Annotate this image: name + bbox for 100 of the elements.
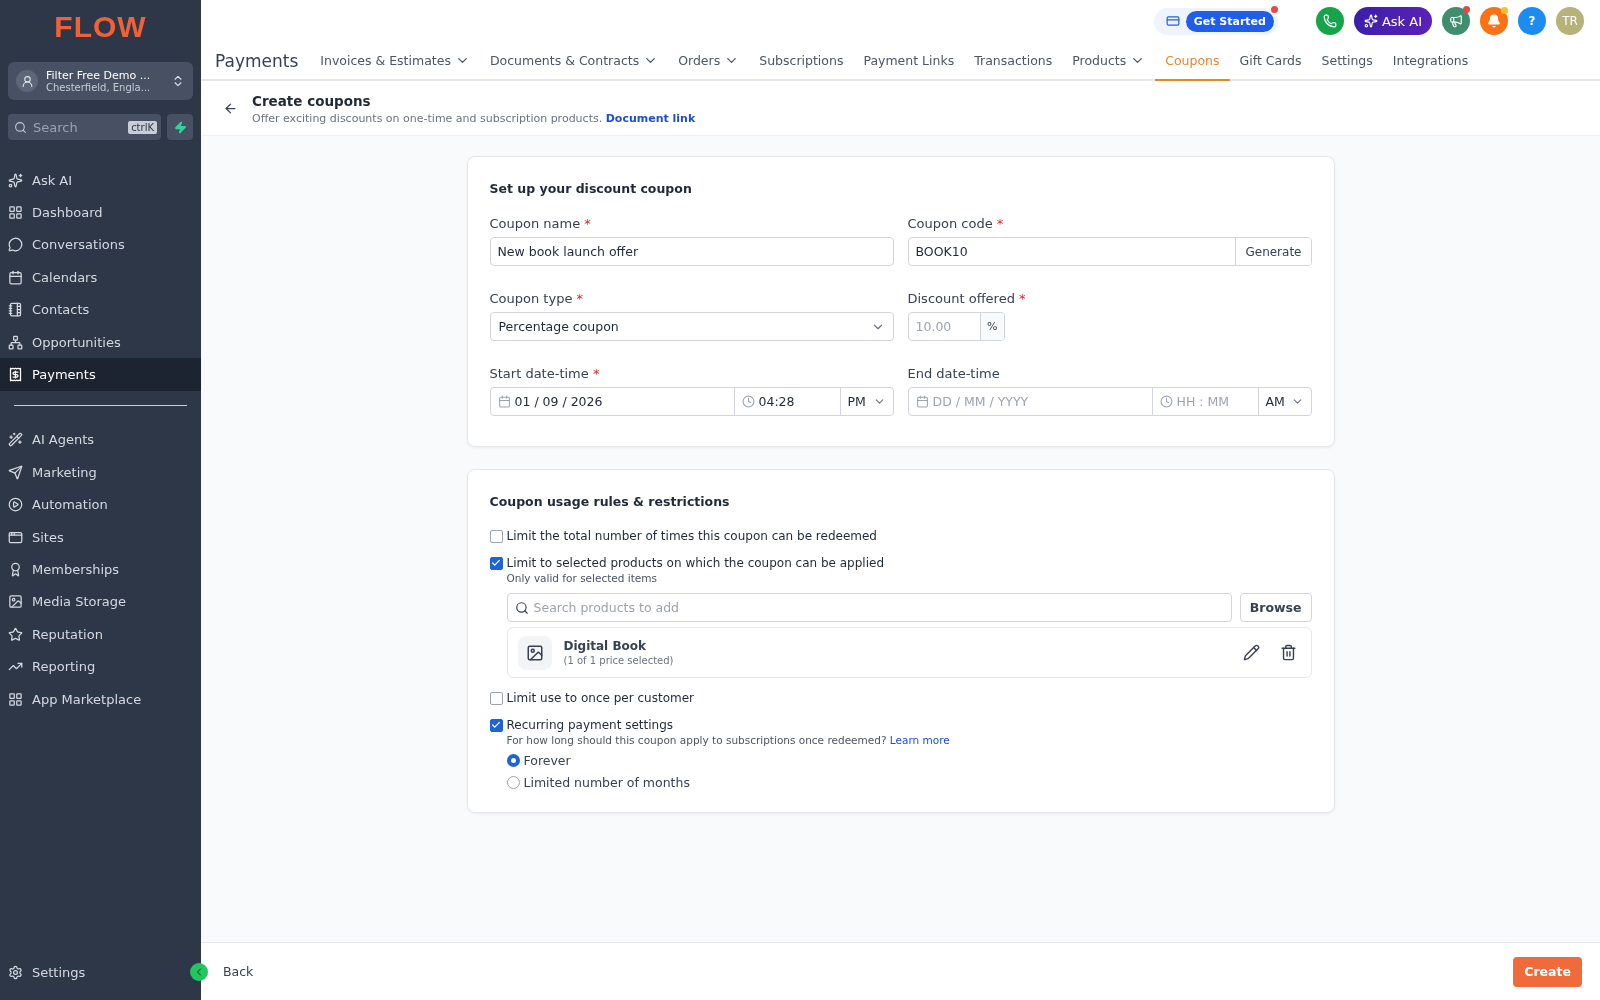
sidebar-item[interactable]: AI Agents [0, 423, 201, 457]
checkbox[interactable] [489, 529, 503, 543]
check-icon [491, 720, 501, 730]
radio-button[interactable] [506, 754, 520, 767]
calendar-icon [8, 269, 23, 285]
nav-tab[interactable]: Payment Links [853, 42, 965, 81]
sidebar-item[interactable]: Reporting [0, 650, 201, 683]
page-title: Payments [215, 49, 299, 73]
collapse-button[interactable] [190, 963, 208, 981]
generate-button[interactable]: Generate [1235, 238, 1311, 265]
browser-window-icon [8, 529, 23, 545]
bell-button[interactable] [1480, 7, 1508, 35]
radio-button[interactable] [506, 776, 520, 789]
nav-tab[interactable]: Products [1062, 42, 1156, 81]
browse-button[interactable]: Browse [1239, 593, 1312, 622]
checkbox-label: Limit the total number of times this coupon can be redeemed [506, 529, 877, 543]
send-icon [8, 464, 23, 480]
header-title: Create coupons [252, 93, 372, 109]
chat-bubble-icon [8, 237, 23, 253]
sidebar-item[interactable]: Reputation [0, 618, 201, 651]
play-circle-icon [8, 497, 23, 513]
account-location: Chesterfield, Engla... [46, 82, 152, 93]
document-link[interactable]: Document link [605, 112, 696, 125]
account-switcher[interactable]: Filter Free Demo ... Chesterfield, Engla... [8, 62, 193, 100]
award-icon [8, 562, 23, 577]
header-subtitle: Offer exciting discounts on one-time and subscription products. Document link [252, 112, 696, 125]
sidebar-item[interactable]: App Marketplace [0, 682, 201, 716]
radio-label: Forever [523, 753, 571, 768]
sidebar-item[interactable]: Contacts [0, 293, 201, 326]
text-input[interactable]: BOOK10 [908, 238, 1236, 265]
grid-icon [8, 205, 23, 221]
checkbox-label: Limit to selected products on which the coupon can be applied [506, 556, 885, 570]
sidebar-item[interactable]: Conversations [0, 228, 201, 262]
field-label: Coupon code * [907, 216, 1004, 231]
field-label: Start date-time * [489, 366, 600, 381]
sidebar-item[interactable]: Dashboard [0, 196, 201, 229]
back-arrow-button[interactable] [223, 101, 238, 116]
notification-dot [1270, 5, 1278, 13]
settings-icon [8, 964, 23, 980]
pencil-icon [1242, 644, 1260, 661]
account-name: Filter Free Demo ... [46, 69, 152, 82]
number-input[interactable]: 10.00 [908, 313, 981, 340]
number-field[interactable]: 10.00 % [907, 312, 1005, 341]
sidebar-item[interactable]: Memberships [0, 553, 201, 586]
receipt-icon [8, 367, 23, 383]
sidebar-item[interactable]: Settings [8, 958, 86, 986]
learn-more-link[interactable]: Learn more [889, 734, 950, 746]
sparkle-icon [1363, 14, 1378, 28]
nav-tab[interactable]: Invoices & Estimates [310, 42, 480, 81]
checkbox[interactable] [489, 718, 503, 732]
hint-text: For how long should this coupon apply to subscriptions once redeemed? Learn more [506, 734, 951, 746]
sidebar-item[interactable]: Marketing [0, 456, 201, 489]
radio-label: Limited number of months [523, 775, 690, 790]
hint-text: Only valid for selected items [506, 572, 658, 584]
shortcut-key: ctrlK [128, 120, 157, 134]
nav-tab[interactable]: Documents & Contracts [479, 42, 669, 81]
sidebar-item[interactable]: Calendars [0, 261, 201, 294]
ask-ai-button[interactable]: Ask AI [1353, 7, 1432, 35]
checkbox[interactable] [489, 691, 503, 705]
nav-tab[interactable]: Orders [668, 42, 750, 81]
bell-icon [1487, 14, 1501, 28]
text-field[interactable]: New book launch offer [490, 238, 893, 265]
code-field[interactable]: BOOK10 Generate [907, 237, 1312, 266]
bolt-button[interactable] [167, 114, 193, 140]
phone-button[interactable] [1315, 7, 1344, 35]
nav-tab[interactable]: Subscriptions [749, 42, 854, 81]
search-icon [514, 600, 529, 615]
trash-icon [1279, 644, 1297, 661]
sidebar-item[interactable]: Media Storage [0, 585, 201, 619]
wand-icon [8, 432, 23, 448]
phone-icon [1322, 14, 1337, 28]
notification-dot [1501, 7, 1508, 14]
megaphone-button[interactable] [1442, 7, 1470, 35]
nav-tab[interactable]: Transactions [964, 42, 1063, 81]
notebook-icon [8, 302, 23, 318]
get-started-button[interactable]: Get Started [1185, 10, 1274, 32]
sidebar-item[interactable]: Payments [0, 358, 201, 391]
bolt-icon [173, 120, 187, 134]
nav-tab[interactable]: Integrations [1382, 42, 1479, 81]
checkbox[interactable] [489, 556, 503, 570]
nav-tab[interactable]: Gift Cards [1229, 42, 1312, 81]
search-input[interactable]: Search [31, 118, 125, 136]
select-field[interactable]: Percentage coupon [489, 312, 894, 341]
logo: FLOW [54, 10, 147, 44]
percent-suffix: % [980, 313, 1004, 340]
sidebar-item[interactable]: Ask AI [0, 164, 201, 197]
sidebar-item[interactable]: Sites [0, 520, 201, 554]
check-icon [491, 558, 501, 568]
network-icon [8, 334, 23, 350]
search-field[interactable]: Search ctrlK [8, 114, 161, 140]
image-icon [8, 594, 23, 610]
checkbox-label: Recurring payment settings [506, 718, 674, 732]
product-detail: (1 of 1 price selected) [563, 655, 675, 666]
star-icon [8, 626, 23, 642]
field-label: Coupon type * [489, 291, 584, 306]
nav-tab[interactable]: Settings [1311, 42, 1383, 81]
back-button[interactable]: Back [223, 964, 254, 979]
sidebar-item[interactable]: Opportunities [0, 325, 201, 359]
field-label: Coupon name * [489, 216, 591, 231]
sidebar-item[interactable]: Automation [0, 488, 201, 521]
